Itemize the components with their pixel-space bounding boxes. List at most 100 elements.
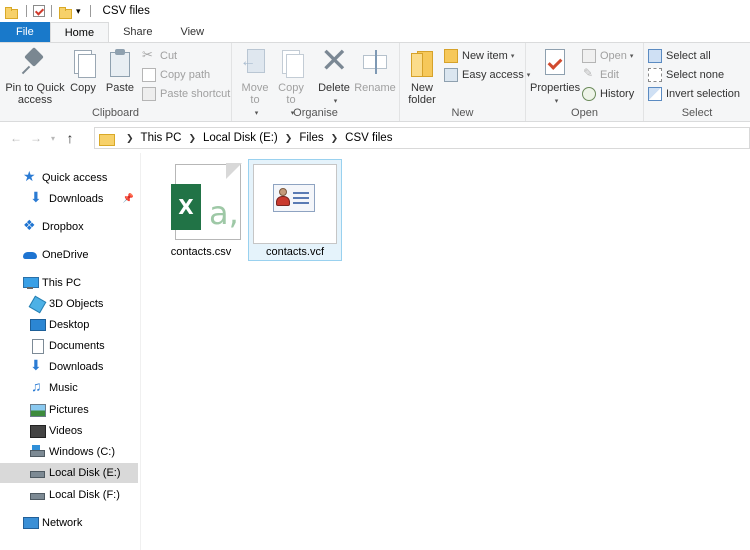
new-folder-icon — [406, 47, 438, 79]
drive-icon — [29, 487, 45, 503]
delete-button[interactable]: ✕ Delete ▾ — [316, 42, 352, 108]
vcard-icon — [273, 184, 315, 214]
address-bar[interactable]: ❯ This PC ❯ Local Disk (E:) ❯ Files ❯ CS… — [94, 127, 750, 149]
sidebar-item-downloads[interactable]: Downloads — [0, 357, 138, 377]
tab-home[interactable]: Home — [49, 22, 110, 42]
select-none-button[interactable]: Select none — [648, 66, 724, 84]
delete-x-icon: ✕ — [320, 42, 349, 80]
sidebar-item-local-disk-f[interactable]: Local Disk (F:) — [0, 485, 138, 505]
sidebar-item-3d-objects[interactable]: 3D Objects — [0, 294, 138, 314]
history-icon — [582, 87, 596, 101]
download-icon — [29, 189, 45, 207]
ribbon-tabs: File Home Share View — [0, 22, 750, 42]
sidebar-item-pictures[interactable]: Pictures — [0, 400, 138, 420]
copy-to-icon — [275, 47, 307, 79]
pin-icon — [19, 47, 51, 79]
copy-button[interactable]: Copy — [66, 47, 100, 94]
delete-label: Delete — [318, 82, 350, 94]
sidebar-item-network[interactable]: Network — [0, 513, 138, 533]
file-name: contacts.vcf — [265, 246, 325, 258]
select-group: Select all Select none Invert selection … — [644, 43, 750, 121]
properties-icon — [539, 47, 571, 79]
toolbar-divider — [26, 5, 27, 17]
rename-icon — [359, 47, 391, 79]
breadcrumb-files[interactable]: Files — [299, 132, 323, 144]
music-icon — [29, 378, 45, 396]
paste-shortcut-icon — [142, 87, 156, 101]
paste-shortcut-button[interactable]: Paste shortcut — [142, 85, 230, 103]
pin-label: Pin to Quick access — [5, 82, 65, 106]
properties-check-icon[interactable] — [33, 5, 45, 17]
new-item-button[interactable]: New item ▾ — [444, 47, 514, 65]
pin-to-quick-access-button[interactable]: Pin to Quick access — [4, 47, 66, 106]
folder-icon — [99, 132, 115, 146]
sidebar-item-this-pc[interactable]: This PC — [0, 273, 138, 293]
scissors-icon — [142, 47, 156, 63]
open-icon — [582, 49, 596, 63]
chevron-right-icon[interactable]: ❯ — [285, 133, 293, 144]
customize-toolbar-icon[interactable]: ▾ — [76, 6, 81, 17]
sidebar-item-desktop[interactable]: Desktop — [0, 315, 138, 335]
invert-selection-button[interactable]: Invert selection — [648, 85, 740, 103]
clipboard-group-label: Clipboard — [91, 107, 140, 119]
new-folder-label: New folder — [408, 82, 436, 106]
open-button[interactable]: Open ▾ — [582, 47, 633, 65]
up-arrow-icon[interactable]: ↑ — [60, 128, 80, 148]
select-group-label: Select — [681, 107, 713, 119]
drive-icon — [29, 444, 45, 460]
chevron-right-icon[interactable]: ❯ — [188, 133, 196, 144]
file-item-contacts-vcf[interactable]: contacts.vcf — [248, 159, 342, 261]
forward-arrow-icon[interactable]: → — [26, 128, 46, 148]
file-item-contacts-csv[interactable]: X a, contacts.csv — [163, 160, 242, 260]
sidebar-item-videos[interactable]: Videos — [0, 421, 138, 441]
sidebar-item-local-disk-e[interactable]: Local Disk (E:) — [0, 463, 138, 483]
breadcrumb-local-disk-e[interactable]: Local Disk (E:) — [203, 132, 278, 144]
sidebar-item-quick-access[interactable]: Quick access — [0, 168, 138, 188]
cloud-icon — [22, 247, 38, 263]
select-all-button[interactable]: Select all — [648, 47, 711, 65]
chevron-right-icon[interactable]: ❯ — [331, 133, 339, 144]
open-group-label: Open — [571, 107, 598, 119]
pictures-icon — [29, 402, 46, 418]
copy-path-button[interactable]: Copy path — [142, 66, 210, 84]
select-none-icon — [648, 68, 662, 82]
file-name: contacts.csv — [170, 246, 232, 258]
history-button[interactable]: History — [582, 85, 634, 103]
sidebar-item-dropbox[interactable]: Dropbox — [0, 217, 138, 237]
organise-group-label: Organise — [293, 107, 338, 119]
breadcrumb-this-pc[interactable]: This PC — [141, 132, 182, 144]
tab-view[interactable]: View — [166, 22, 218, 42]
sidebar-item-documents[interactable]: Documents — [0, 336, 138, 356]
pane-divider[interactable] — [140, 153, 141, 550]
paste-button[interactable]: Paste — [102, 47, 138, 94]
recent-locations-chevron-icon[interactable]: ▾ — [46, 128, 60, 148]
easy-access-button[interactable]: Easy access ▾ — [444, 66, 530, 84]
cut-button[interactable]: Cut — [142, 47, 177, 65]
breadcrumb-csv-files[interactable]: CSV files — [345, 132, 392, 144]
sidebar-item-music[interactable]: Music — [0, 378, 138, 398]
video-icon — [29, 423, 46, 439]
window-title: CSV files — [102, 5, 150, 17]
tab-share[interactable]: Share — [109, 22, 166, 42]
chevron-right-icon[interactable]: ❯ — [126, 133, 134, 144]
sidebar-item-windows-c[interactable]: Windows (C:) — [0, 442, 138, 462]
tab-file[interactable]: File — [0, 22, 50, 42]
edit-button[interactable]: Edit — [582, 66, 619, 84]
back-arrow-icon[interactable]: ← — [6, 128, 26, 148]
sidebar-item-onedrive[interactable]: OneDrive — [0, 245, 138, 265]
toolbar-divider — [89, 5, 91, 17]
rename-button[interactable]: Rename — [354, 47, 396, 94]
copy-path-icon — [142, 68, 156, 82]
properties-button[interactable]: Properties ▾ — [530, 47, 580, 108]
sidebar-item-downloads-pinned[interactable]: Downloads 📌 — [0, 189, 138, 209]
paste-label: Paste — [105, 82, 135, 94]
star-icon — [22, 168, 38, 186]
document-icon — [29, 338, 45, 354]
new-folder-button[interactable]: New folder — [404, 47, 440, 106]
navigation-bar: ← → ▾ ↑ ❯ This PC ❯ Local Disk (E:) ❯ Fi… — [0, 123, 750, 153]
new-folder-icon[interactable] — [59, 6, 72, 19]
download-icon — [29, 357, 45, 375]
invert-selection-icon — [648, 87, 662, 101]
paste-icon — [104, 47, 136, 79]
copy-to-label: Copy to — [278, 82, 304, 106]
